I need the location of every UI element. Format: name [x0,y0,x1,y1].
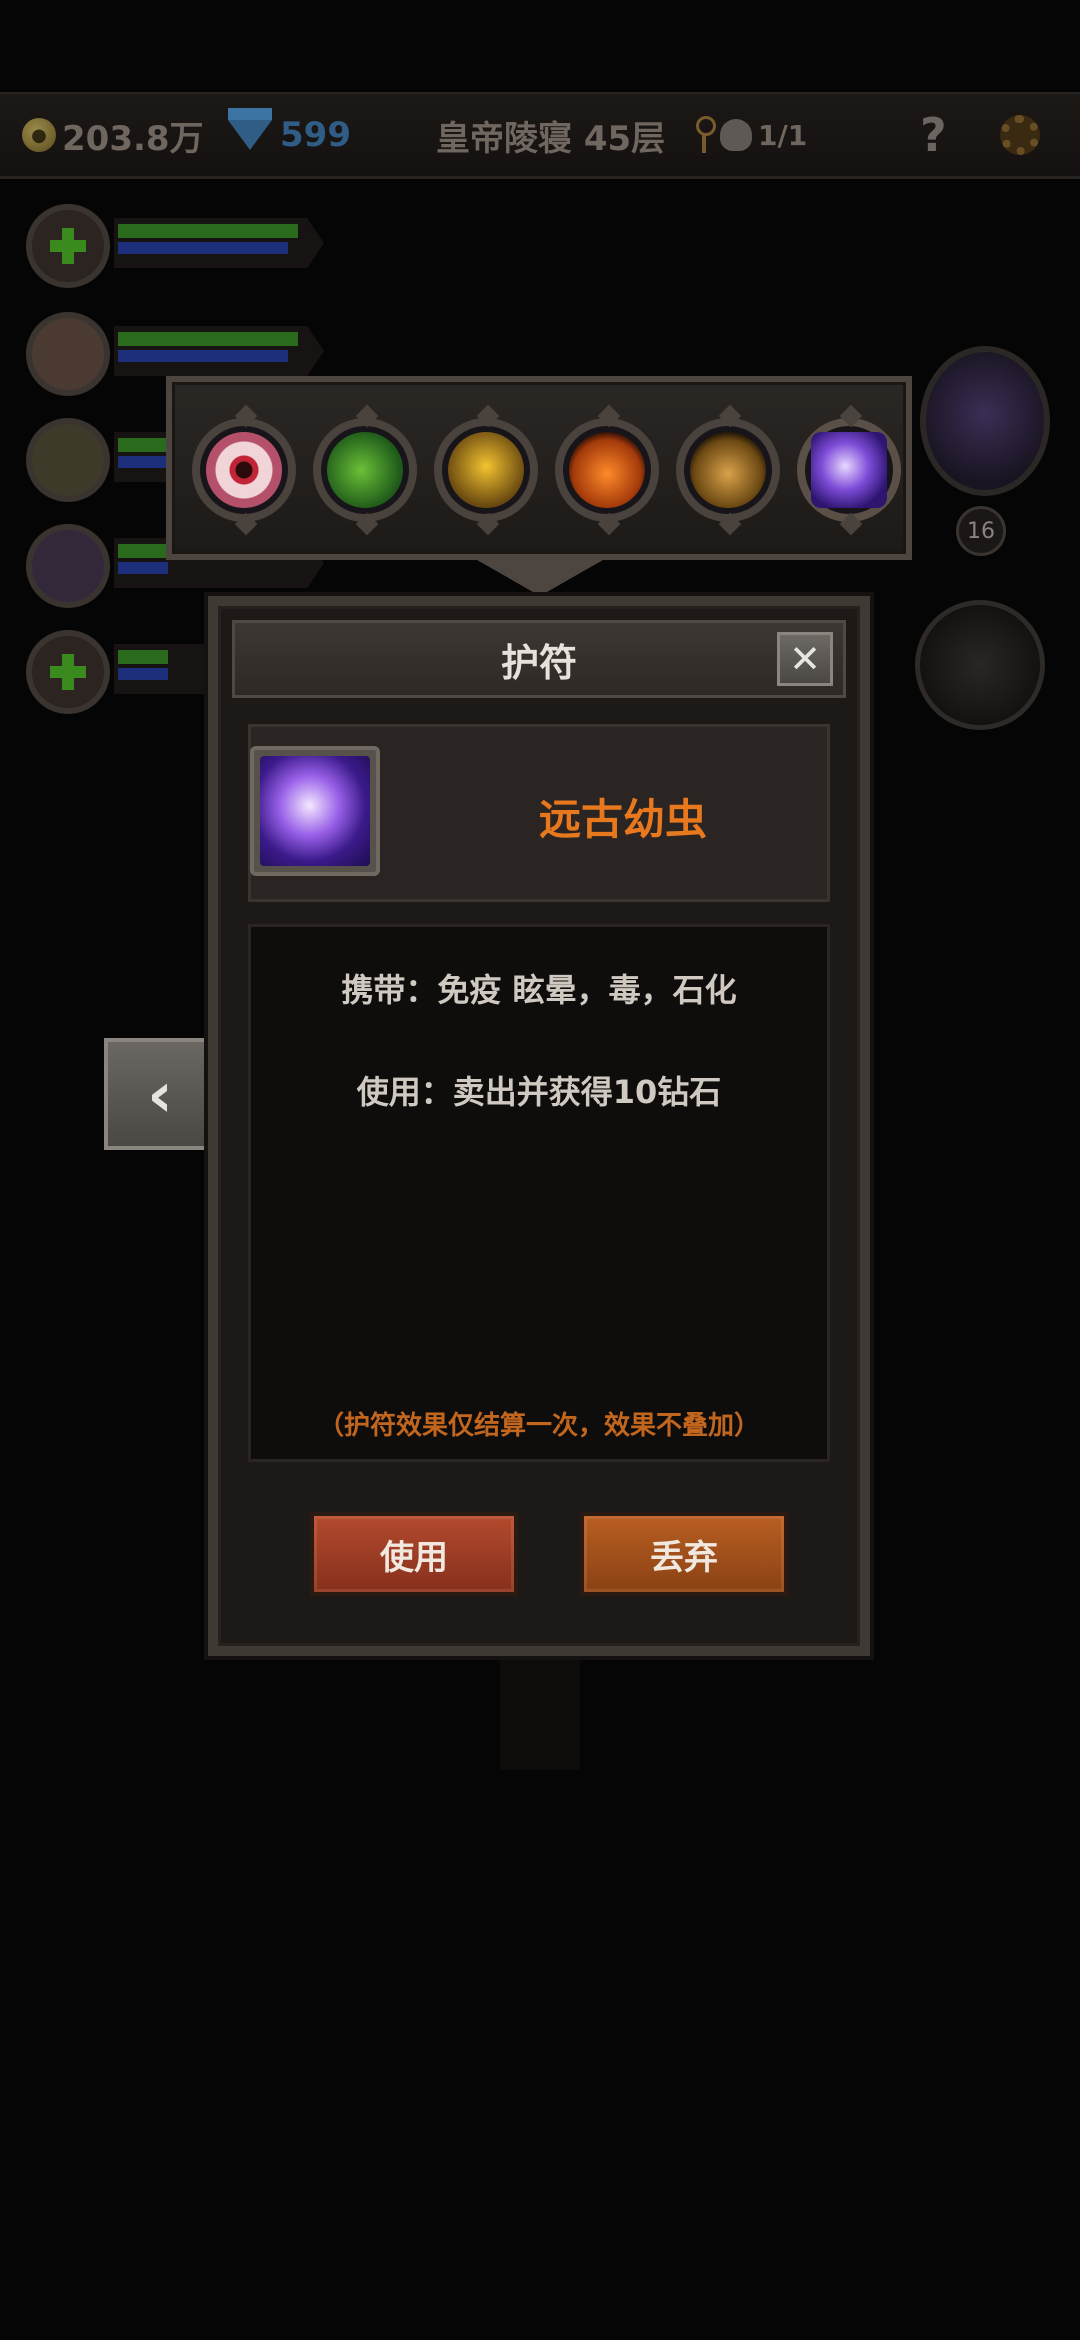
kill-count: 1/1 [758,118,808,152]
amulet-slot-leaf[interactable] [313,418,417,522]
gold-coin-icon: ● [22,118,56,152]
diamond-amount: 599 [280,115,351,155]
crow-companion-portrait[interactable] [915,600,1045,730]
hero-mp-bar [118,562,168,574]
hero-mp-bar [118,242,288,254]
hero-hp-bar [118,650,168,664]
description-box: 携带：免疫 眩晕，毒，石化 使用：卖出并获得10钻石 （护符效果仅结算一次，效果… [248,924,830,1462]
spirit-larva-icon [260,756,370,866]
hero-hp-bar [118,544,168,558]
background-shadow [500,1660,580,1770]
hero-portrait [26,204,110,288]
close-icon: ✕ [789,637,821,681]
gold-counter: ● 203.8万 [22,94,204,176]
amulet-bar [166,376,912,560]
item-icon [250,746,380,876]
amulet-slot-spirit[interactable] [797,418,901,522]
hero-hp-bar [118,224,298,238]
top-status-bar: ● 203.8万 599 皇帝陵寝 45层 1/1 ? [0,92,1080,179]
kill-counter: 1/1 [694,94,807,176]
dungeon-location: 皇帝陵寝 45层 [436,94,665,176]
heal-plus-icon [50,228,86,264]
hero-portrait [26,418,110,502]
eye-amulet-icon [206,432,282,508]
amulet-dialog: 护符 ✕ 远古幼虫 携带：免疫 眩晕，毒，石化 使用：卖出并获得10钻石 （护符… [208,596,870,1656]
leaf-amulet-icon [327,432,403,508]
effect-note: （护符效果仅结算一次，效果不叠加） [317,1411,760,1441]
pumpkin-amulet-icon [569,432,645,508]
settings-button[interactable] [1000,94,1040,176]
item-name: 远古幼虫 [538,795,707,844]
location-label: 皇帝陵寝 45层 [436,118,666,159]
help-button[interactable]: ? [920,94,947,176]
amulet-slot-feather[interactable] [434,418,538,522]
use-effect-text: 使用：卖出并获得10钻石 [356,1073,722,1111]
help-icon: ? [920,108,947,162]
hero-portrait [26,524,110,608]
hero-mp-bar [118,350,288,362]
close-button[interactable]: ✕ [777,632,833,686]
hero-mp-bar [118,456,168,468]
use-button[interactable]: 使用 [310,1512,518,1596]
spirit-amulet-icon [811,432,887,508]
bell-amulet-icon [690,432,766,508]
carry-effect-text: 携带：免疫 眩晕，毒，石化 [341,971,737,1009]
dialog-header: 护符 ✕ [232,620,846,698]
chevron-left-icon: ‹ [147,1057,173,1131]
back-arrow-button[interactable]: ‹ [104,1038,216,1150]
amulet-pointer [470,556,610,596]
amulet-slot-eye[interactable] [192,418,296,522]
hero-portrait [26,630,110,714]
discard-button[interactable]: 丢弃 [580,1512,788,1596]
use-button-label: 使用 [380,1537,448,1578]
hero-portrait [26,312,110,396]
diamond-icon [228,108,272,150]
amulet-slot-bell[interactable] [676,418,780,522]
gear-icon [1000,115,1040,155]
skull-icon [720,119,752,151]
hero-mp-bar [118,668,168,680]
discard-button-label: 丢弃 [650,1537,718,1578]
hero-slot-1[interactable] [14,196,334,296]
feather-amulet-icon [448,432,524,508]
amulet-slot-pumpkin[interactable] [555,418,659,522]
heal-plus-icon [50,654,86,690]
diamond-counter: 599 [228,94,351,176]
dialog-title: 护符 [500,640,577,685]
hero-hp-bar [118,332,298,346]
gold-amount: 203.8万 [62,118,204,159]
hero-hp-bar [118,438,168,452]
companion-level-badge: 16 [956,506,1006,556]
fairy-companion-portrait[interactable] [920,346,1050,496]
key-icon [694,116,716,154]
